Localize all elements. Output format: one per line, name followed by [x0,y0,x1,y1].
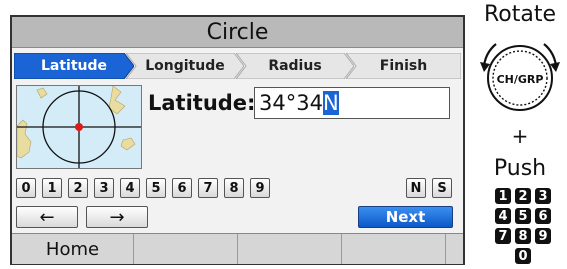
key-0[interactable]: 0 [16,178,36,198]
key-5[interactable]: 5 [146,178,166,198]
cursor-left-button[interactable]: ← [16,206,78,228]
tab-latitude-label: Latitude [40,58,108,74]
numpad-key-9: 9 [535,228,551,244]
push-label: Push [493,156,547,181]
latitude-input[interactable]: 34°34N [254,87,450,119]
step-tabs: Latitude Longitude Radius Finish [14,53,461,79]
numpad-key-5: 5 [515,208,531,224]
numpad-key-2: 2 [515,188,531,204]
plus-sign: + [511,124,529,148]
tab-finish[interactable]: Finish [346,53,461,79]
softkey-2[interactable] [134,234,238,264]
tab-radius[interactable]: Radius [236,53,354,79]
softkey-4[interactable] [342,234,446,264]
key-3[interactable]: 3 [94,178,114,198]
map-thumbnail [17,86,141,168]
knob-graphic: CH/GRP [480,43,560,111]
numpad-icon: 1 2 3 4 5 6 7 8 9 0 [495,188,555,268]
cursor-right-button[interactable]: → [86,206,148,228]
numpad-key-7: 7 [495,228,511,244]
key-n[interactable]: N [406,178,426,198]
next-button[interactable]: Next [358,206,453,228]
tab-longitude[interactable]: Longitude [126,53,244,79]
tab-longitude-label: Longitude [145,58,225,74]
key-8[interactable]: 8 [224,178,244,198]
rotate-label: Rotate [483,2,557,27]
latitude-label: Latitude: [148,91,256,115]
softkey-bar: Home [12,233,463,264]
tab-radius-label: Radius [268,58,322,74]
screen-title: Circle [12,17,463,48]
numpad-key-4: 4 [495,208,511,224]
key-6[interactable]: 6 [172,178,192,198]
latitude-value: 34°34 [259,91,323,115]
numpad-key-1: 1 [495,188,511,204]
key-4[interactable]: 4 [120,178,140,198]
map-circle-icon [16,85,142,169]
ch-grp-knob: CH/GRP [474,34,566,114]
knob-label: CH/GRP [497,73,544,86]
softkey-3[interactable] [238,234,342,264]
softkey-home[interactable]: Home [12,234,134,264]
key-7[interactable]: 7 [198,178,218,198]
latitude-cursor-char: N [322,91,339,115]
key-9[interactable]: 9 [250,178,270,198]
key-1[interactable]: 1 [42,178,62,198]
key-2[interactable]: 2 [68,178,88,198]
tab-latitude[interactable]: Latitude [14,53,134,79]
numpad-key-8: 8 [515,228,531,244]
key-s[interactable]: S [432,178,452,198]
device-screen: Circle Latitude Longitude Radius Finish [10,15,465,265]
numpad-key-3: 3 [535,188,551,204]
numpad-key-0: 0 [515,248,531,264]
tab-finish-label: Finish [379,58,428,74]
char-keypad: 0 1 2 3 4 5 6 7 8 9 N S [16,178,463,198]
numpad-key-6: 6 [535,208,551,224]
